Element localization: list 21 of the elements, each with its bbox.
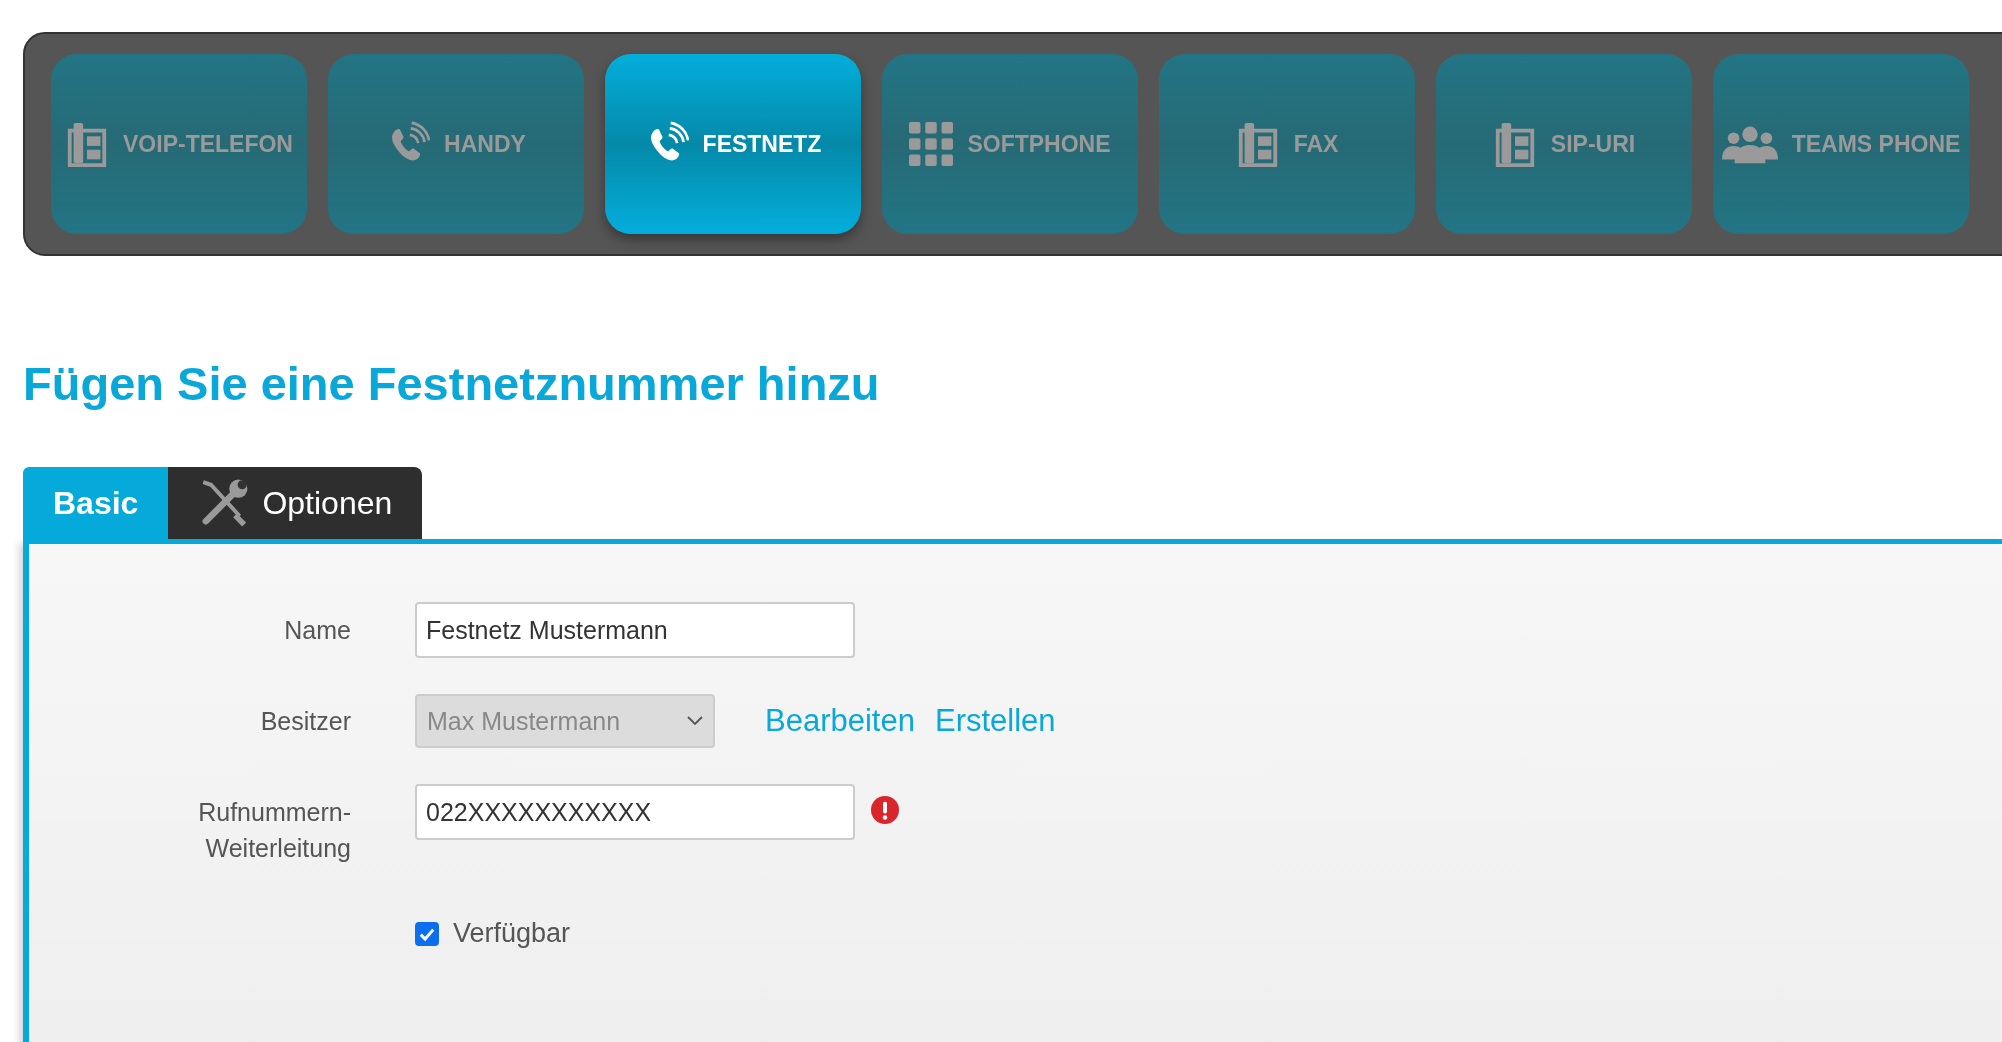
device-type-button[interactable]: SIP-URI (1436, 54, 1692, 234)
device-type-button[interactable]: FAX (1159, 54, 1415, 234)
device-type-button[interactable]: HANDY (328, 54, 584, 234)
device-type-button[interactable]: FESTNETZ (605, 54, 861, 234)
device-type-button[interactable]: VOIP-TELEFON (51, 54, 307, 234)
keypad-icon (909, 121, 954, 167)
forwarding-number-input[interactable]: 022XXXXXXXXXXX (415, 784, 855, 840)
tab[interactable]: Optionen (168, 467, 423, 539)
available-checkbox[interactable] (415, 921, 439, 946)
desk-phone-icon (65, 121, 109, 167)
group-icon (1721, 124, 1778, 164)
field-label: Rufnummern- Weiterleitung (197, 797, 351, 864)
page-heading: Fügen Sie eine Festnetznummer hinzu (23, 356, 881, 411)
chevron-down-icon (687, 716, 703, 726)
device-type-button[interactable]: SOFTPHONE (882, 54, 1138, 234)
field-label: Name (283, 615, 351, 645)
device-type-button[interactable]: TEAMS PHONE (1713, 54, 1969, 234)
name-input[interactable]: Festnetz Mustermann (415, 602, 855, 658)
checkbox-label: Verfügbar (453, 918, 571, 949)
tab[interactable]: Basic (23, 467, 169, 539)
field-label: Besitzer (259, 706, 351, 736)
